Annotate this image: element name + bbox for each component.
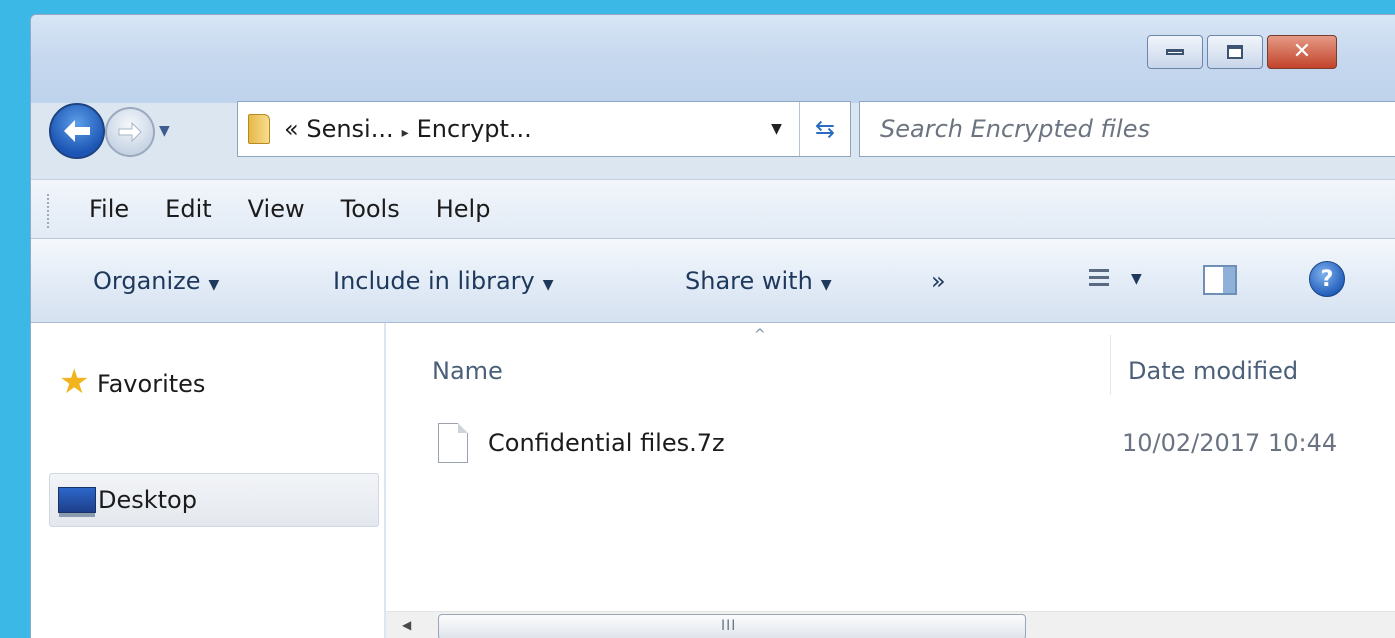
- column-header-name[interactable]: Name: [432, 357, 503, 385]
- explorer-window: ✕ ▼ « Sensi... ▸ Encrypt... ▼ ⇆ ⚲: [30, 14, 1395, 638]
- forward-button[interactable]: [105, 107, 155, 157]
- column-divider[interactable]: [1110, 335, 1111, 395]
- back-button[interactable]: [49, 103, 105, 159]
- menu-grip-icon: [47, 194, 51, 228]
- nav-item-favorites[interactable]: ★ Favorites: [49, 357, 379, 411]
- back-arrow-icon: [64, 120, 90, 142]
- command-bar: Organize ▼ Include in library ▼ Share with…: [31, 239, 1395, 323]
- recent-pages-dropdown[interactable]: ▼: [159, 123, 170, 139]
- search-input[interactable]: [880, 115, 1340, 143]
- breadcrumb: « Sensi... ▸ Encrypt...: [284, 115, 532, 143]
- chevron-down-icon: ▼: [542, 277, 554, 293]
- breadcrumb-item[interactable]: Encrypt...: [417, 115, 532, 143]
- nav-item-label: Desktop: [98, 486, 197, 514]
- navigation-row: ▼ « Sensi... ▸ Encrypt... ▼ ⇆ ⚲: [41, 101, 1395, 159]
- change-view-icon[interactable]: [1089, 269, 1109, 291]
- file-date-modified: 10/02/2017 10:44: [1122, 429, 1338, 457]
- menu-help[interactable]: Help: [436, 195, 491, 223]
- more-commands-button[interactable]: »: [931, 267, 946, 295]
- desktop-icon: [58, 487, 96, 517]
- organize-label: Organize: [93, 267, 201, 295]
- folder-icon: [248, 114, 270, 144]
- include-in-library-button[interactable]: Include in library ▼: [333, 267, 554, 295]
- minimize-icon: [1166, 49, 1184, 55]
- forward-arrow-icon: [118, 121, 142, 143]
- nav-item-label: Favorites: [97, 370, 206, 398]
- share-with-label: Share with: [685, 267, 813, 295]
- preview-pane-icon[interactable]: [1203, 265, 1237, 295]
- share-with-button[interactable]: Share with ▼: [685, 267, 832, 295]
- file-icon: [438, 423, 468, 463]
- title-bar: ✕: [31, 15, 1395, 103]
- menu-edit[interactable]: Edit: [165, 195, 211, 223]
- chevron-down-icon: ▼: [208, 277, 220, 293]
- close-button[interactable]: ✕: [1267, 35, 1337, 69]
- minimize-button[interactable]: [1147, 35, 1203, 69]
- help-icon[interactable]: ?: [1309, 261, 1345, 297]
- menu-tools[interactable]: Tools: [341, 195, 400, 223]
- menu-bar: File Edit View Tools Help: [31, 179, 1395, 239]
- table-row[interactable]: Confidential files.7z 10/02/2017 10:44: [436, 419, 1395, 471]
- sort-ascending-icon: ^: [754, 327, 766, 343]
- search-box: ⚲: [859, 101, 1395, 157]
- file-name: Confidential files.7z: [488, 429, 725, 457]
- close-icon: ✕: [1292, 39, 1312, 64]
- scrollbar-thumb[interactable]: III: [438, 614, 1026, 638]
- breadcrumb-item[interactable]: Sensi...: [306, 115, 393, 143]
- navigation-pane: ★ Favorites Desktop: [31, 323, 385, 638]
- column-header-date-modified[interactable]: Date modified: [1128, 357, 1298, 385]
- scroll-left-icon[interactable]: ◀: [402, 618, 411, 632]
- scroll-grip-icon: III: [721, 618, 737, 634]
- horizontal-scrollbar[interactable]: ◀ III ▶: [386, 611, 1395, 638]
- nav-item-desktop[interactable]: Desktop: [49, 473, 379, 527]
- maximize-icon: [1227, 45, 1243, 59]
- chevron-down-icon: ▼: [820, 277, 832, 293]
- menu-view[interactable]: View: [248, 195, 305, 223]
- include-in-library-label: Include in library: [333, 267, 535, 295]
- window-controls: ✕: [1147, 35, 1337, 69]
- breadcrumb-overflow[interactable]: «: [284, 115, 299, 143]
- star-icon: ★: [59, 362, 90, 402]
- view-options-dropdown[interactable]: ▼: [1131, 271, 1142, 287]
- refresh-icon[interactable]: ⇆: [800, 102, 850, 156]
- breadcrumb-separator-icon[interactable]: ▸: [402, 125, 409, 141]
- file-list: ^ Name Date modified Confidential files.…: [386, 323, 1395, 638]
- organize-button[interactable]: Organize ▼: [93, 267, 219, 295]
- maximize-button[interactable]: [1207, 35, 1263, 69]
- address-dropdown-button[interactable]: ▼: [754, 102, 800, 156]
- address-bar[interactable]: « Sensi... ▸ Encrypt... ▼ ⇆: [237, 101, 851, 157]
- menu-file[interactable]: File: [89, 195, 129, 223]
